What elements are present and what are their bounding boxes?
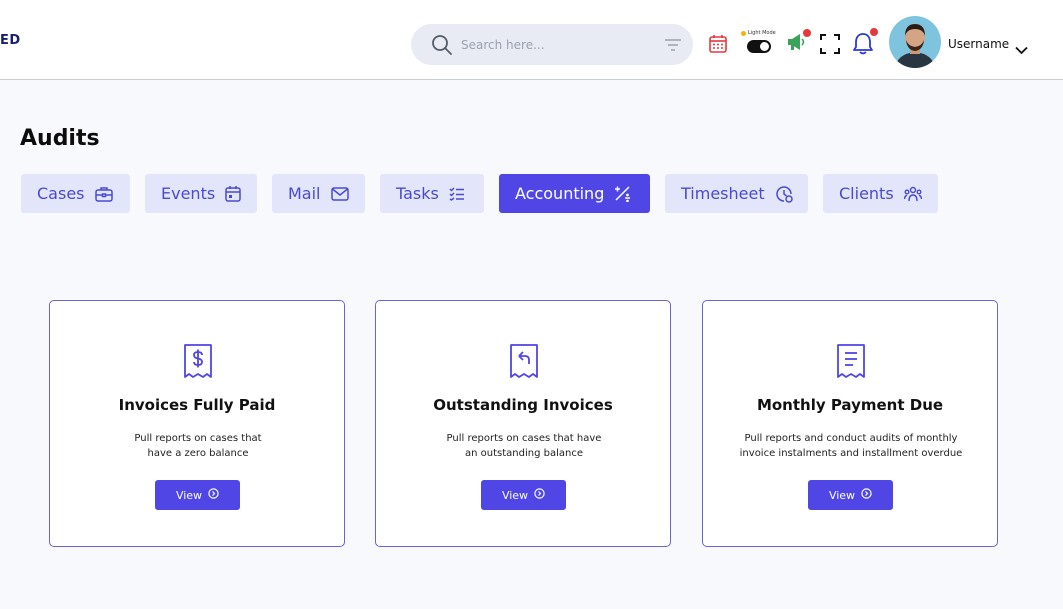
top-header: ED Light Mode [0,0,1063,80]
card-desc-line: Pull reports and conduct audits of month… [744,433,958,444]
view-button-label: View [828,488,856,502]
calendar-icon[interactable] [708,34,728,58]
sun-icon [741,31,746,36]
tab-label: Timesheet [681,184,765,203]
arrow-circle-icon [861,488,872,502]
card-description: Pull reports on cases that have a zero b… [80,431,316,461]
receipt-dollar-icon [183,343,213,383]
notification-dot [870,28,878,36]
search-icon [431,34,453,60]
receipt-lines-icon [836,343,866,383]
tab-clients[interactable]: Clients [823,174,938,213]
tab-label: Cases [37,184,85,203]
username[interactable]: Username [948,37,1009,51]
view-button-label: View [175,488,203,502]
card-desc-line: invoice instalments and installment over… [739,448,963,459]
briefcase-icon [94,186,113,202]
tab-label: Mail [288,184,321,203]
report-card-invoices-fully-paid: Invoices Fully Paid Pull reports on case… [49,300,345,547]
tab-tasks[interactable]: Tasks [380,174,484,213]
checklist-icon [449,186,465,201]
card-desc-line: have a zero balance [147,448,249,459]
card-title: Monthly Payment Due [756,396,944,414]
calculator-icon [614,185,631,202]
tab-cases[interactable]: Cases [21,174,130,213]
search-bar[interactable] [411,24,693,65]
toggle-knob [760,42,769,51]
calendar-icon [225,185,241,202]
report-card-monthly-payment-due: Monthly Payment Due Pull reports and con… [702,300,998,547]
mode-label: Light Mode [748,30,776,36]
card-title: Invoices Fully Paid [118,396,276,414]
card-desc-line: an outstanding balance [465,448,583,459]
card-desc-line: Pull reports on cases that [134,433,262,444]
mode-toggle[interactable] [747,40,771,53]
clock-icon [775,185,793,203]
fullscreen-icon[interactable] [820,34,840,58]
tab-timesheet[interactable]: Timesheet [665,174,808,213]
tab-label: Clients [839,184,894,203]
report-card-outstanding-invoices: Outstanding Invoices Pull reports on cas… [375,300,671,547]
notification-dot [803,29,811,37]
receipt-return-icon [509,343,539,383]
tab-accounting[interactable]: Accounting [499,174,650,213]
card-desc-line: Pull reports on cases that have [446,433,602,444]
chevron-down-icon[interactable] [1015,40,1028,59]
view-button[interactable]: View [155,480,240,510]
tab-events[interactable]: Events [145,174,257,213]
view-button[interactable]: View [808,480,893,510]
logo: ED [0,33,21,48]
avatar[interactable] [889,16,941,68]
arrow-circle-icon [208,488,219,502]
people-icon [903,186,922,202]
tab-label: Events [161,184,216,203]
bell-icon[interactable] [852,32,874,60]
mail-icon [330,186,349,201]
page-title: Audits [20,126,100,151]
card-description: Pull reports and conduct audits of month… [733,431,969,461]
view-button[interactable]: View [481,480,566,510]
arrow-circle-icon [534,488,545,502]
card-description: Pull reports on cases that have an outst… [406,431,642,461]
card-title: Outstanding Invoices [433,396,613,414]
light-mode-switch[interactable]: Light Mode [740,30,780,60]
tab-label: Tasks [396,184,439,203]
search-input[interactable] [461,34,651,55]
filter-icon[interactable] [664,37,682,56]
tab-label: Accounting [515,184,605,203]
tab-mail[interactable]: Mail [272,174,365,213]
view-button-label: View [501,488,529,502]
